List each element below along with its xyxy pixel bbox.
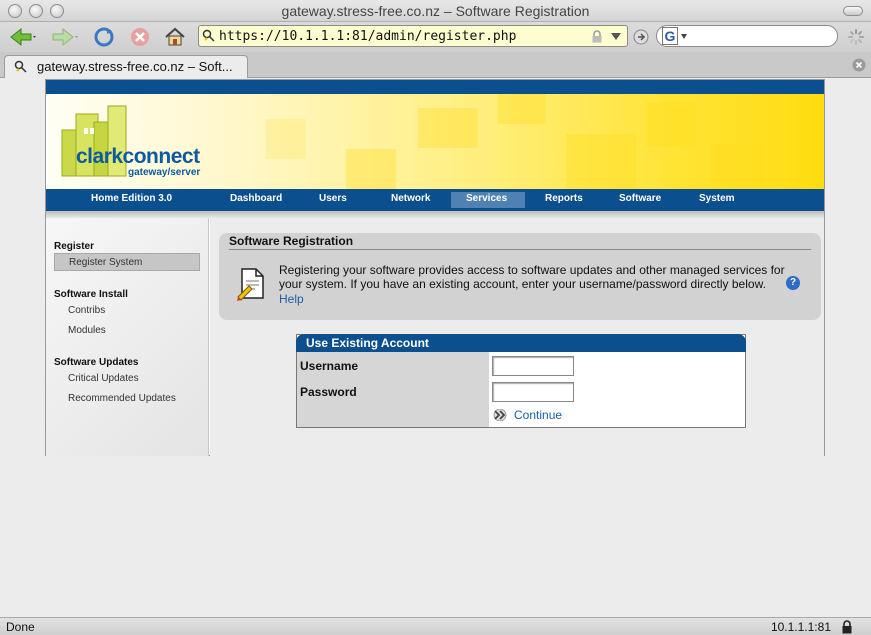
status-bar: Done 10.1.1.1:81 [0, 617, 871, 635]
logo-wordmark: clarkconnect [76, 145, 200, 168]
tab-label: gateway.stress-free.co.nz – Soft... [37, 59, 233, 74]
go-icon [633, 29, 649, 45]
reload-icon [94, 27, 114, 47]
nav-dashboard[interactable]: Dashboard [230, 193, 282, 204]
reload-button[interactable] [92, 25, 116, 49]
url-dropdown-icon[interactable] [611, 33, 621, 41]
tab-favicon-icon [14, 60, 27, 73]
active-tab[interactable]: gateway.stress-free.co.nz – Soft... [4, 55, 248, 78]
logo-subtitle: gateway/server [128, 167, 201, 178]
password-input[interactable] [492, 382, 574, 402]
nav-network[interactable]: Network [391, 193, 430, 204]
sidebar: Register Register System Software Instal… [46, 218, 209, 456]
registration-title: Software Registration [229, 234, 354, 248]
main-navigation: Home Edition 3.0 Dashboard Users Network… [46, 189, 824, 211]
registration-info-box: Software Registration Registering your s… [219, 233, 821, 320]
nav-system[interactable]: System [699, 193, 735, 204]
go-button[interactable] [632, 25, 650, 49]
back-button[interactable] [8, 25, 38, 49]
edition-label: Home Edition 3.0 [91, 193, 173, 204]
account-form-heading: Use Existing Account [296, 334, 746, 352]
clarkconnect-page: clarkconnect gateway/server Home Edition… [45, 79, 825, 456]
continue-button[interactable]: Continue [492, 408, 562, 422]
title-divider [229, 249, 811, 250]
sidebar-item-critical-updates[interactable]: Critical Updates [54, 370, 200, 388]
throbber-icon [848, 29, 864, 45]
continue-label: Continue [514, 408, 563, 422]
padlock-icon [592, 30, 602, 43]
home-button[interactable] [163, 25, 187, 49]
registration-description: Registering your software provides acces… [279, 263, 785, 291]
close-tab-icon[interactable] [852, 58, 866, 72]
help-question-icon[interactable]: ? [786, 276, 800, 290]
forward-arrow-icon [52, 27, 78, 47]
stop-icon [131, 28, 149, 46]
nav-services[interactable]: Services [466, 193, 507, 204]
password-label: Password [300, 385, 357, 399]
nav-users[interactable]: Users [319, 193, 347, 204]
status-host: 10.1.1.1:81 [770, 620, 831, 634]
stop-button[interactable] [128, 25, 152, 49]
back-arrow-icon [10, 27, 36, 47]
search-engine-dropdown-icon[interactable] [681, 34, 687, 39]
top-stripe [46, 80, 824, 94]
status-text: Done [6, 620, 35, 634]
nav-shadow-bar [46, 211, 824, 218]
tab-strip: gateway.stress-free.co.nz – Soft... [0, 52, 871, 78]
sidebar-heading-software-updates: Software Updates [54, 357, 139, 368]
sidebar-heading-register: Register [54, 241, 95, 252]
site-key-icon [202, 29, 215, 42]
title-bar: gateway.stress-free.co.nz – Software Reg… [0, 0, 871, 22]
sidebar-item-register-system[interactable]: Register System [54, 253, 200, 271]
existing-account-form: Use Existing Account Username Password C… [296, 334, 746, 428]
url-text: https://10.1.1.1:81/admin/register.php [219, 29, 517, 44]
username-label: Username [300, 359, 359, 373]
navigation-toolbar: https://10.1.1.1:81/admin/register.php G [0, 22, 871, 52]
account-label-column: Username Password [297, 352, 489, 427]
toolbar-toggle-button[interactable] [843, 6, 863, 16]
nav-reports[interactable]: Reports [545, 193, 583, 204]
search-bar[interactable]: G [656, 25, 838, 47]
browser-window: gateway.stress-free.co.nz – Software Reg… [0, 0, 871, 635]
search-engine-icon[interactable]: G [662, 27, 678, 45]
username-input[interactable] [492, 356, 574, 376]
document-edit-icon [237, 268, 264, 301]
sidebar-item-recommended-updates[interactable]: Recommended Updates [54, 390, 200, 408]
sidebar-item-contribs[interactable]: Contribs [54, 302, 200, 320]
nav-software[interactable]: Software [619, 193, 661, 204]
home-icon [165, 27, 185, 46]
main-panel: Software Registration Registering your s… [210, 218, 824, 456]
help-link[interactable]: Help [279, 292, 304, 306]
address-bar[interactable]: https://10.1.1.1:81/admin/register.php [198, 25, 628, 47]
double-chevron-icon [493, 409, 507, 421]
web-content: clarkconnect gateway/server Home Edition… [0, 79, 871, 617]
secure-lock-icon[interactable] [841, 620, 853, 634]
forward-button[interactable] [50, 25, 80, 49]
sidebar-item-modules[interactable]: Modules [54, 322, 200, 340]
header-banner: clarkconnect gateway/server [46, 94, 824, 189]
sidebar-heading-software-install: Software Install [54, 289, 128, 300]
window-title: gateway.stress-free.co.nz – Software Reg… [281, 3, 590, 19]
